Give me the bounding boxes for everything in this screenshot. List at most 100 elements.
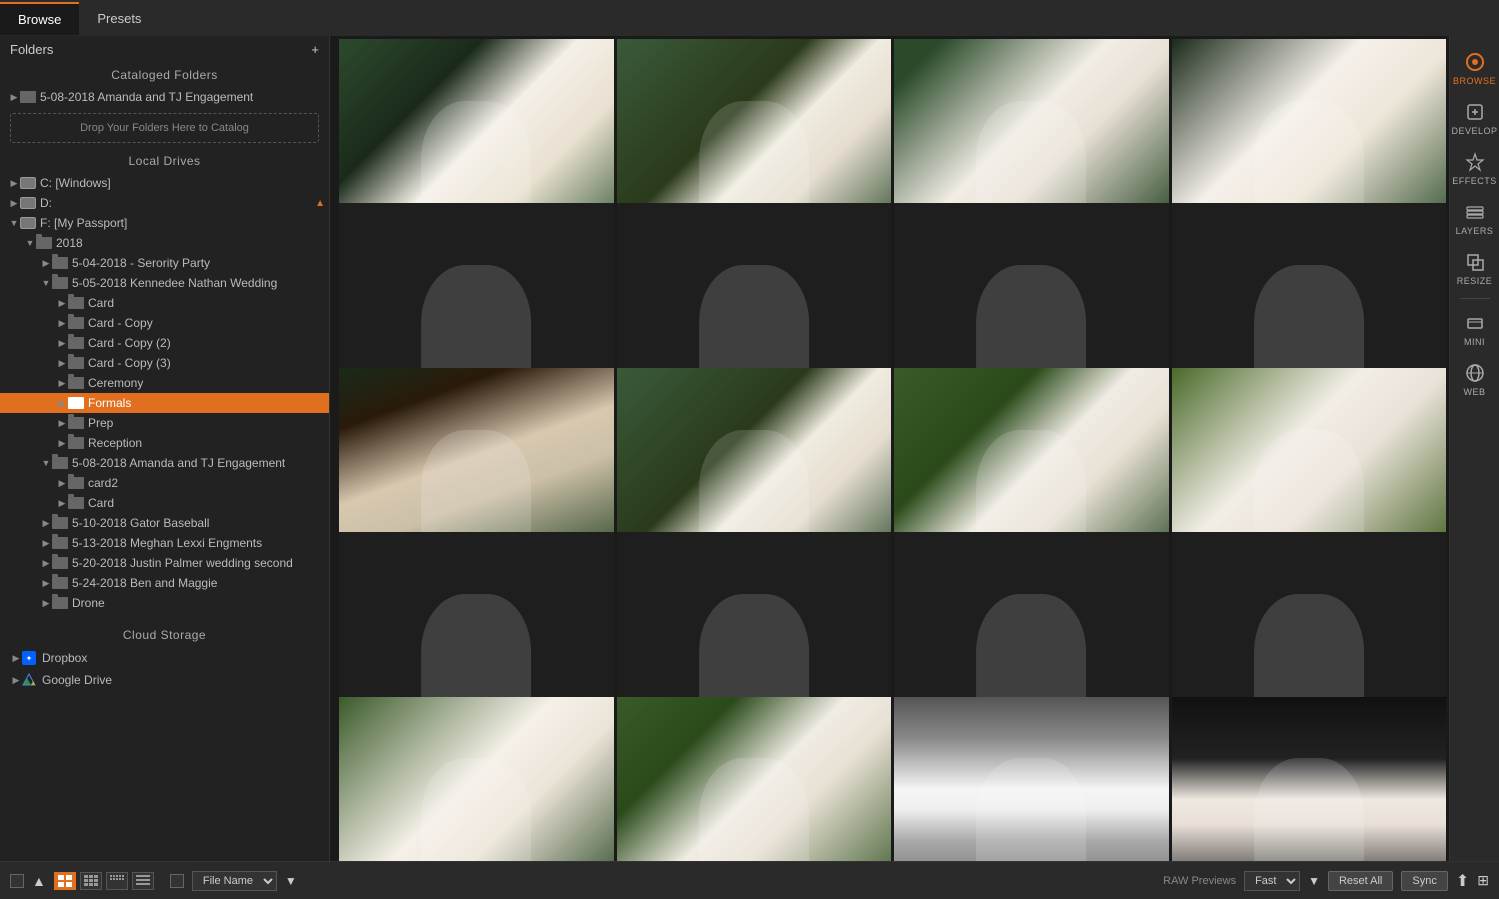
folder-card-amanda[interactable]: ▶ Card [0,493,329,513]
view-icons [54,872,154,890]
folder-card-copy-2[interactable]: ▶ Card - Copy (2) [0,333,329,353]
grid-toggle-button[interactable]: ⊞ [1477,872,1489,889]
right-btn-effects[interactable]: EFFECTS [1450,144,1499,192]
folder-card-copy[interactable]: ▶ Card - Copy [0,313,329,333]
folder-kennedee[interactable]: ▼ 5-05-2018 Kennedee Nathan Wedding [0,273,329,293]
add-folder-button[interactable]: + [311,42,319,57]
drive-c-label: C: [Windows] [40,176,111,190]
chevron-icon: ▶ [8,92,20,103]
folder-justin[interactable]: ▶ 5-20-2018 Justin Palmer wedding second [0,553,329,573]
folder-ben[interactable]: ▶ 5-24-2018 Ben and Maggie [0,573,329,593]
browse-label: BROWSE [1453,76,1496,86]
chevron-icon: ▶ [56,478,68,489]
chevron-icon: ▼ [40,458,52,468]
folder-card-copy-3[interactable]: ▶ Card - Copy (3) [0,353,329,373]
folder-formals[interactable]: ▶ Formals [0,393,329,413]
folder-card2-label: card2 [88,476,118,490]
sort-dropdown[interactable]: File Name [192,871,277,891]
eject-icon[interactable]: ▲ [315,198,325,209]
dropbox-icon: ✦ [22,651,36,665]
grid-view-large-button[interactable] [54,872,76,890]
folder-prep[interactable]: ▶ Prep [0,413,329,433]
chevron-icon: ▶ [56,498,68,509]
folder-card[interactable]: ▶ Card [0,293,329,313]
chevron-icon: ▼ [40,278,52,288]
folder-amanda-tj[interactable]: ▼ 5-08-2018 Amanda and TJ Engagement [0,453,329,473]
folder-card-label: Card [88,296,114,310]
web-label: WEB [1463,387,1485,397]
chevron-icon: ▶ [56,338,68,349]
raw-previews-label: RAW Previews [1163,875,1236,887]
folder-2018[interactable]: ▼ 2018 [0,233,329,253]
folder-gator[interactable]: ▶ 5-10-2018 Gator Baseball [0,513,329,533]
folder-drone[interactable]: ▶ Drone [0,593,329,613]
photo-cell[interactable] [894,697,1169,861]
right-btn-develop[interactable]: DEVELOP [1450,94,1499,142]
sort-checkbox[interactable] [170,874,184,888]
right-btn-browse[interactable]: BROWSE [1450,44,1499,92]
bottom-bar: ▲ File Name ▼ RAW Previews Fast ▼ Reset … [0,861,1499,899]
photo-cell[interactable] [339,697,614,861]
folder-card2[interactable]: ▶ card2 [0,473,329,493]
folder-icon [52,277,68,289]
sort-up-button[interactable]: ▲ [32,873,46,889]
right-btn-web[interactable]: WEB [1450,355,1499,403]
gdrive-label: Google Drive [42,673,112,687]
photo-cell[interactable] [617,697,892,861]
gdrive-icon [22,673,36,687]
chevron-icon: ▶ [8,198,20,209]
chevron-icon: ▶ [56,298,68,309]
folder-sorority[interactable]: ▶ 5-04-2018 - Serority Party [0,253,329,273]
list-view-button[interactable] [132,872,154,890]
folder-reception[interactable]: ▶ Reception [0,433,329,453]
select-all-checkbox[interactable] [10,874,24,888]
folder-icon [68,477,84,489]
folder-icon [36,237,52,249]
reset-all-button[interactable]: Reset All [1328,871,1393,891]
folder-card-copy-3-label: Card - Copy (3) [88,356,171,370]
folder-meghan[interactable]: ▶ 5-13-2018 Meghan Lexxi Engments [0,533,329,553]
chevron-icon: ▶ [10,653,22,664]
cloud-dropbox[interactable]: ▶ ✦ Dropbox [0,647,329,669]
folder-ceremony-label: Ceremony [88,376,143,390]
effects-icon [1463,150,1487,174]
upload-button[interactable]: ⬆ [1456,871,1469,891]
folder-card-copy-label: Card - Copy [88,316,153,330]
photo-cell[interactable] [1172,697,1447,861]
folder-icon [68,397,84,409]
drive-f-label: F: [My Passport] [40,216,127,230]
folder-icon [20,91,36,103]
right-btn-mini[interactable]: MINI [1450,305,1499,353]
grid-view-medium-button[interactable] [80,872,102,890]
right-btn-resize[interactable]: RESIZE [1450,244,1499,292]
folder-icon [52,577,68,589]
right-btn-layers[interactable]: LAYERS [1450,194,1499,242]
folder-icon [52,257,68,269]
drive-d[interactable]: ▶ D: ▲ [0,193,329,213]
chevron-icon: ▶ [40,578,52,589]
drive-f[interactable]: ▼ F: [My Passport] [0,213,329,233]
raw-speed-direction-button[interactable]: ▼ [1308,874,1320,888]
hdd-icon [20,217,36,229]
photo-grid [336,36,1449,861]
drop-zone[interactable]: Drop Your Folders Here to Catalog [10,113,319,143]
chevron-icon: ▶ [56,418,68,429]
chevron-icon: ▶ [8,178,20,189]
mini-icon [1463,311,1487,335]
resize-label: RESIZE [1457,276,1493,286]
cloud-gdrive[interactable]: ▶ Google Drive [0,669,329,691]
raw-speed-dropdown[interactable]: Fast [1244,871,1300,891]
tab-presets[interactable]: Presets [79,3,159,34]
drive-c[interactable]: ▶ C: [Windows] [0,173,329,193]
folder-icon [68,497,84,509]
cataloged-folder-item[interactable]: ▶ 5-08-2018 Amanda and TJ Engagement [0,87,329,107]
sync-button[interactable]: Sync [1401,871,1447,891]
effects-label: EFFECTS [1452,176,1497,186]
folder-kennedee-label: 5-05-2018 Kennedee Nathan Wedding [72,276,277,290]
local-drives-title: Local Drives [0,149,329,173]
tab-browse[interactable]: Browse [0,2,79,35]
sort-direction-button[interactable]: ▼ [285,874,297,888]
grid-view-small-button[interactable] [106,872,128,890]
folder-ceremony[interactable]: ▶ Ceremony [0,373,329,393]
folder-card-copy-2-label: Card - Copy (2) [88,336,171,350]
